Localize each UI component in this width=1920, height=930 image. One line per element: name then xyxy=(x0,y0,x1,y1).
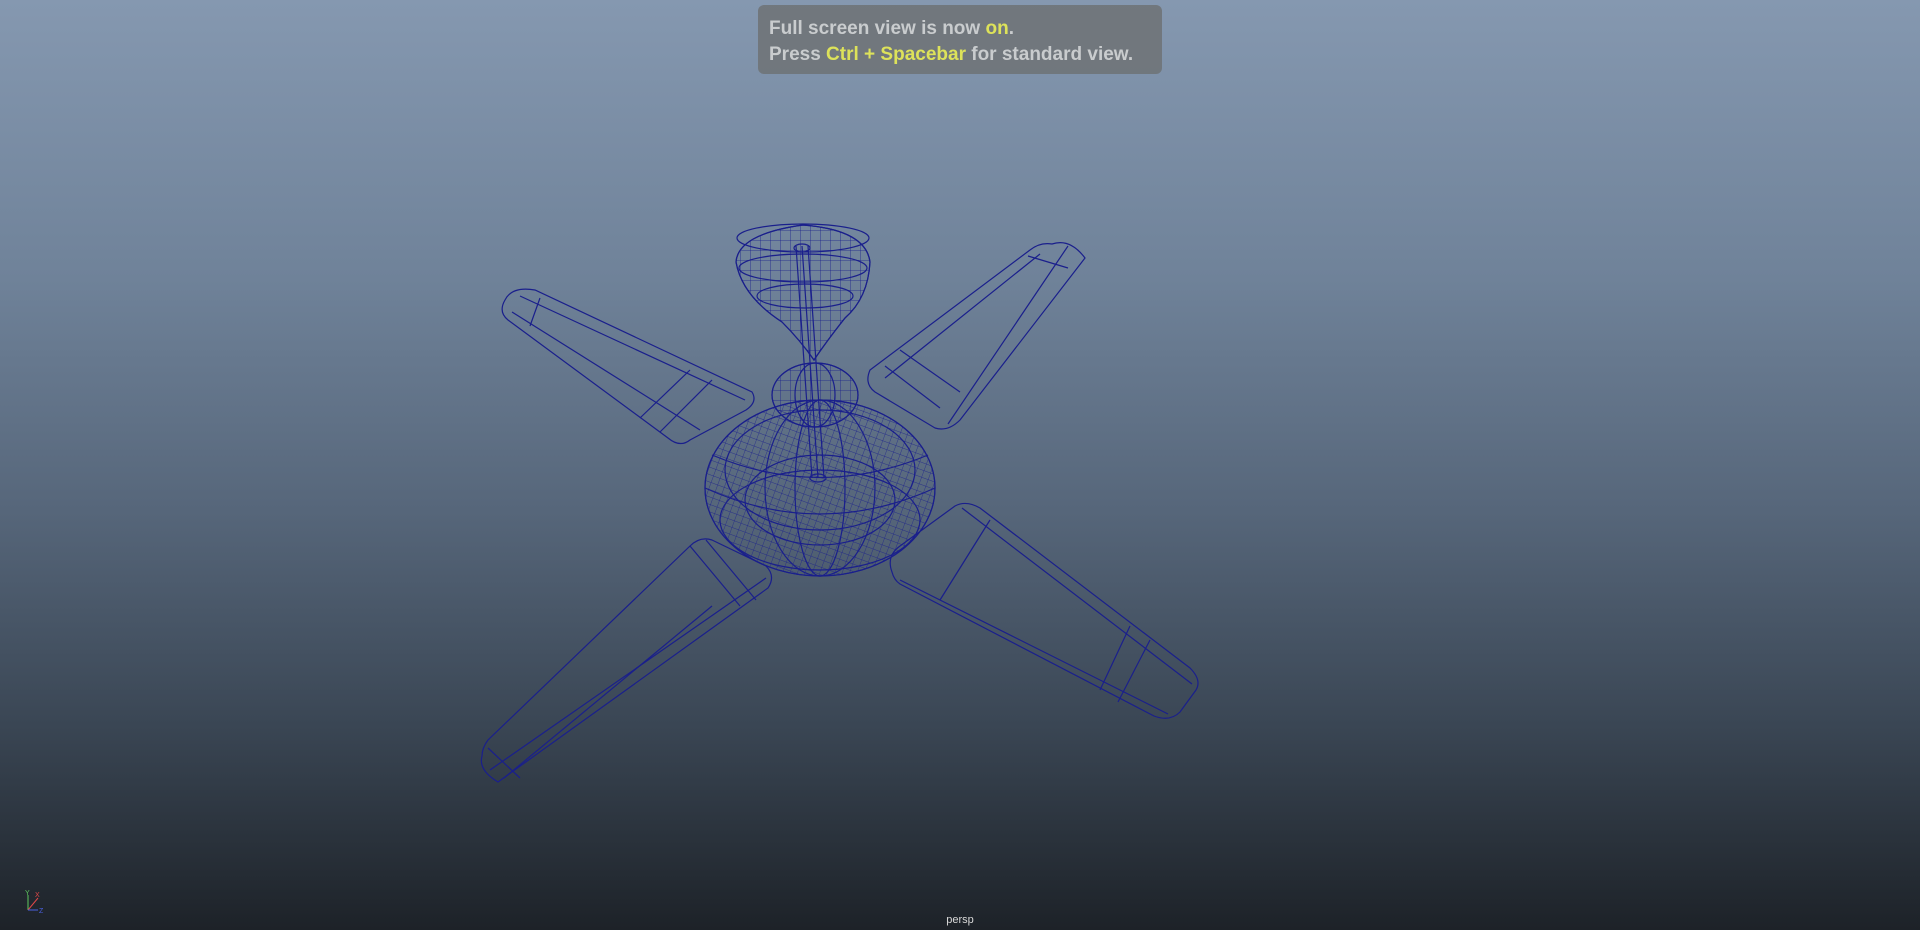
perspective-viewport[interactable]: Full screen view is now on. Press Ctrl +… xyxy=(0,0,1920,930)
axis-x-line xyxy=(27,897,39,911)
axis-y-label: Y xyxy=(25,890,30,897)
fan-blade-upper-left[interactable] xyxy=(501,288,755,445)
fan-blade-lower-left[interactable] xyxy=(480,538,773,783)
camera-name-label: persp xyxy=(946,914,974,926)
axis-x-label: X xyxy=(35,892,40,899)
fan-blade-lower-right[interactable] xyxy=(889,502,1199,719)
fan-blade-upper-right[interactable] xyxy=(867,242,1086,430)
fan-neck-ball[interactable] xyxy=(771,362,859,428)
ceiling-fan-wireframe-model[interactable] xyxy=(0,0,1920,930)
